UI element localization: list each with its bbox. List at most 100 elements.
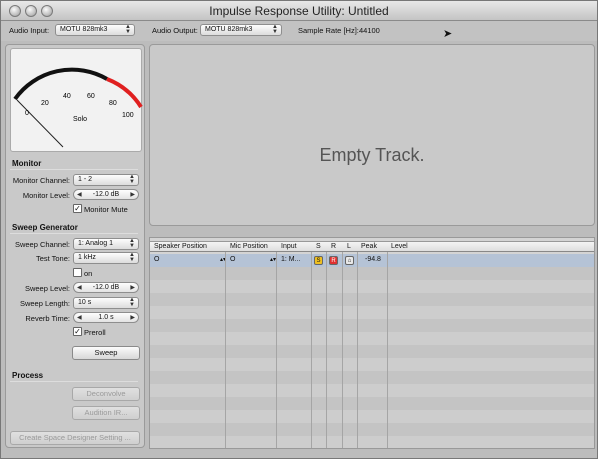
- meter-label: Solo: [73, 116, 87, 123]
- table-row[interactable]: O ▴▾ O ▴▾ 1: M... S R ⌂ -94.8: [150, 254, 594, 267]
- monitor-channel-popup[interactable]: 1 - 2 ▲ ▼: [73, 174, 139, 186]
- mouse-cursor-icon: ➤: [443, 28, 453, 40]
- table-row: [150, 397, 594, 410]
- input-cell[interactable]: 1: M...: [281, 256, 300, 263]
- solo-toggle[interactable]: S: [314, 256, 323, 265]
- create-space-designer-setting-button[interactable]: Create Space Designer Setting ...: [10, 431, 140, 445]
- col-input[interactable]: Input: [281, 243, 297, 250]
- window-title: Impulse Response Utility: Untitled: [209, 4, 389, 18]
- table-row: [150, 280, 594, 293]
- table-row: [150, 384, 594, 397]
- column-divider: [311, 252, 312, 448]
- column-divider: [357, 252, 358, 448]
- sweep-length-value: 10 s: [78, 299, 92, 306]
- preroll-label: Preroll: [84, 328, 106, 337]
- meter-tick-20: 20: [41, 100, 49, 107]
- column-divider: [326, 252, 327, 448]
- record-toggle[interactable]: R: [329, 256, 338, 265]
- col-mic-position[interactable]: Mic Position: [230, 243, 268, 250]
- increase-arrow-icon[interactable]: ▶: [130, 284, 135, 291]
- meter-tick-80: 80: [109, 100, 117, 107]
- sample-rate-value: 44100: [359, 26, 380, 35]
- monitor-level-stepper[interactable]: ◀ -12.0 dB ▶: [73, 189, 139, 200]
- monitor-level-label: Monitor Level:: [22, 191, 70, 200]
- meter-tick-40: 40: [63, 93, 71, 100]
- column-divider: [387, 252, 388, 448]
- table-row: [150, 267, 594, 280]
- reverb-time-label: Reverb Time:: [25, 314, 70, 323]
- audio-output-value: MOTU 828mk3: [205, 26, 253, 33]
- test-tone-on-label: on: [84, 269, 93, 278]
- sweep-channel-value: 1: Analog 1: [78, 240, 114, 247]
- increase-arrow-icon[interactable]: ▶: [130, 191, 135, 198]
- table-row: [150, 358, 594, 371]
- mic-position-cell[interactable]: O: [230, 256, 235, 263]
- col-speaker-position[interactable]: Speaker Position: [154, 243, 207, 250]
- io-toolbar: Audio Input: MOTU 828mk3 ▲ ▼ Audio Output…: [1, 21, 597, 41]
- meter-tick-0: 0: [25, 110, 29, 117]
- sweep-divider: [10, 233, 138, 234]
- monitor-level-value: -12.0 dB: [92, 191, 120, 198]
- column-divider: [276, 252, 277, 448]
- sample-rate-label: Sample Rate [Hz]:: [298, 26, 359, 35]
- col-peak[interactable]: Peak: [361, 243, 377, 250]
- monitor-channel-value: 1 - 2: [78, 176, 93, 183]
- positions-table: Speaker Position Mic Position Input S R …: [149, 237, 595, 449]
- audition-ir-button[interactable]: Audition IR...: [72, 406, 140, 420]
- reverb-time-stepper[interactable]: ◀ 1.0 s ▶: [73, 312, 139, 323]
- col-level[interactable]: Level: [391, 243, 408, 250]
- sweep-channel-popup[interactable]: 1: Analog 1 ▲ ▼: [73, 238, 139, 250]
- monitor-mute-label: Monitor Mute: [84, 205, 128, 214]
- table-row: [150, 319, 594, 332]
- sweep-section-title: Sweep Generator: [12, 223, 78, 232]
- title-bar: Impulse Response Utility: Untitled: [1, 1, 597, 21]
- table-row: [150, 332, 594, 345]
- table-row: [150, 410, 594, 423]
- increase-arrow-icon[interactable]: ▶: [130, 314, 135, 321]
- deconvolve-button[interactable]: Deconvolve: [72, 387, 140, 401]
- col-lock[interactable]: L: [347, 243, 351, 250]
- monitor-divider: [10, 169, 138, 170]
- empty-track-message: Empty Track.: [319, 145, 425, 165]
- sweep-length-popup[interactable]: 10 s ▲ ▼: [73, 297, 139, 309]
- preroll-checkbox[interactable]: ✓: [73, 327, 82, 336]
- level-meter-graphic: 0 20 40 60 80 100 Solo: [13, 67, 143, 148]
- test-tone-label: Test Tone:: [35, 254, 70, 263]
- test-tone-on-checkbox[interactable]: [73, 268, 82, 277]
- sweep-level-value: -12.0 dB: [92, 284, 120, 291]
- audio-output-label: Audio Output:: [152, 26, 198, 35]
- sweep-button[interactable]: Sweep: [72, 346, 140, 360]
- audio-input-label: Audio Input:: [9, 26, 50, 35]
- reverb-time-value: 1.0 s: [98, 314, 114, 321]
- table-row: [150, 436, 594, 448]
- meter-tick-60: 60: [87, 93, 95, 100]
- audio-input-value: MOTU 828mk3: [60, 26, 108, 33]
- meter-needle: [16, 99, 64, 148]
- audio-output-popup[interactable]: MOTU 828mk3 ▲ ▼: [200, 24, 282, 36]
- col-record[interactable]: R: [331, 243, 336, 250]
- monitor-channel-label: Monitor Channel:: [12, 176, 70, 185]
- table-row: [150, 345, 594, 358]
- table-header: Speaker Position Mic Position Input S R …: [150, 241, 594, 252]
- peak-cell: -94.8: [365, 256, 381, 263]
- process-section-title: Process: [12, 371, 44, 380]
- monitor-section-title: Monitor: [12, 159, 42, 168]
- process-divider: [10, 381, 138, 382]
- sweep-level-label: Sweep Level:: [24, 284, 70, 293]
- table-row: [150, 371, 594, 384]
- track-display: Empty Track.: [149, 44, 595, 226]
- popup-arrows-icon: ▲ ▼: [129, 252, 135, 263]
- speaker-position-cell[interactable]: O: [154, 256, 159, 263]
- popup-arrows-icon: ▲ ▼: [129, 174, 135, 185]
- column-divider: [342, 252, 343, 448]
- col-solo[interactable]: S: [316, 243, 321, 250]
- left-control-panel: 0 20 40 60 80 100 Solo Monitor Monitor C…: [5, 44, 145, 448]
- audio-input-popup[interactable]: MOTU 828mk3 ▲ ▼: [55, 24, 135, 36]
- monitor-mute-checkbox[interactable]: ✓: [73, 204, 82, 213]
- test-tone-popup[interactable]: 1 kHz ▲ ▼: [73, 252, 139, 264]
- popup-arrows-icon: ▲ ▼: [125, 24, 131, 35]
- lock-icon[interactable]: ⌂: [345, 256, 354, 265]
- sweep-level-stepper[interactable]: ◀ -12.0 dB ▶: [73, 282, 139, 293]
- sweep-length-label: Sweep Length:: [19, 299, 70, 308]
- popup-arrows-icon: ▲ ▼: [129, 238, 135, 249]
